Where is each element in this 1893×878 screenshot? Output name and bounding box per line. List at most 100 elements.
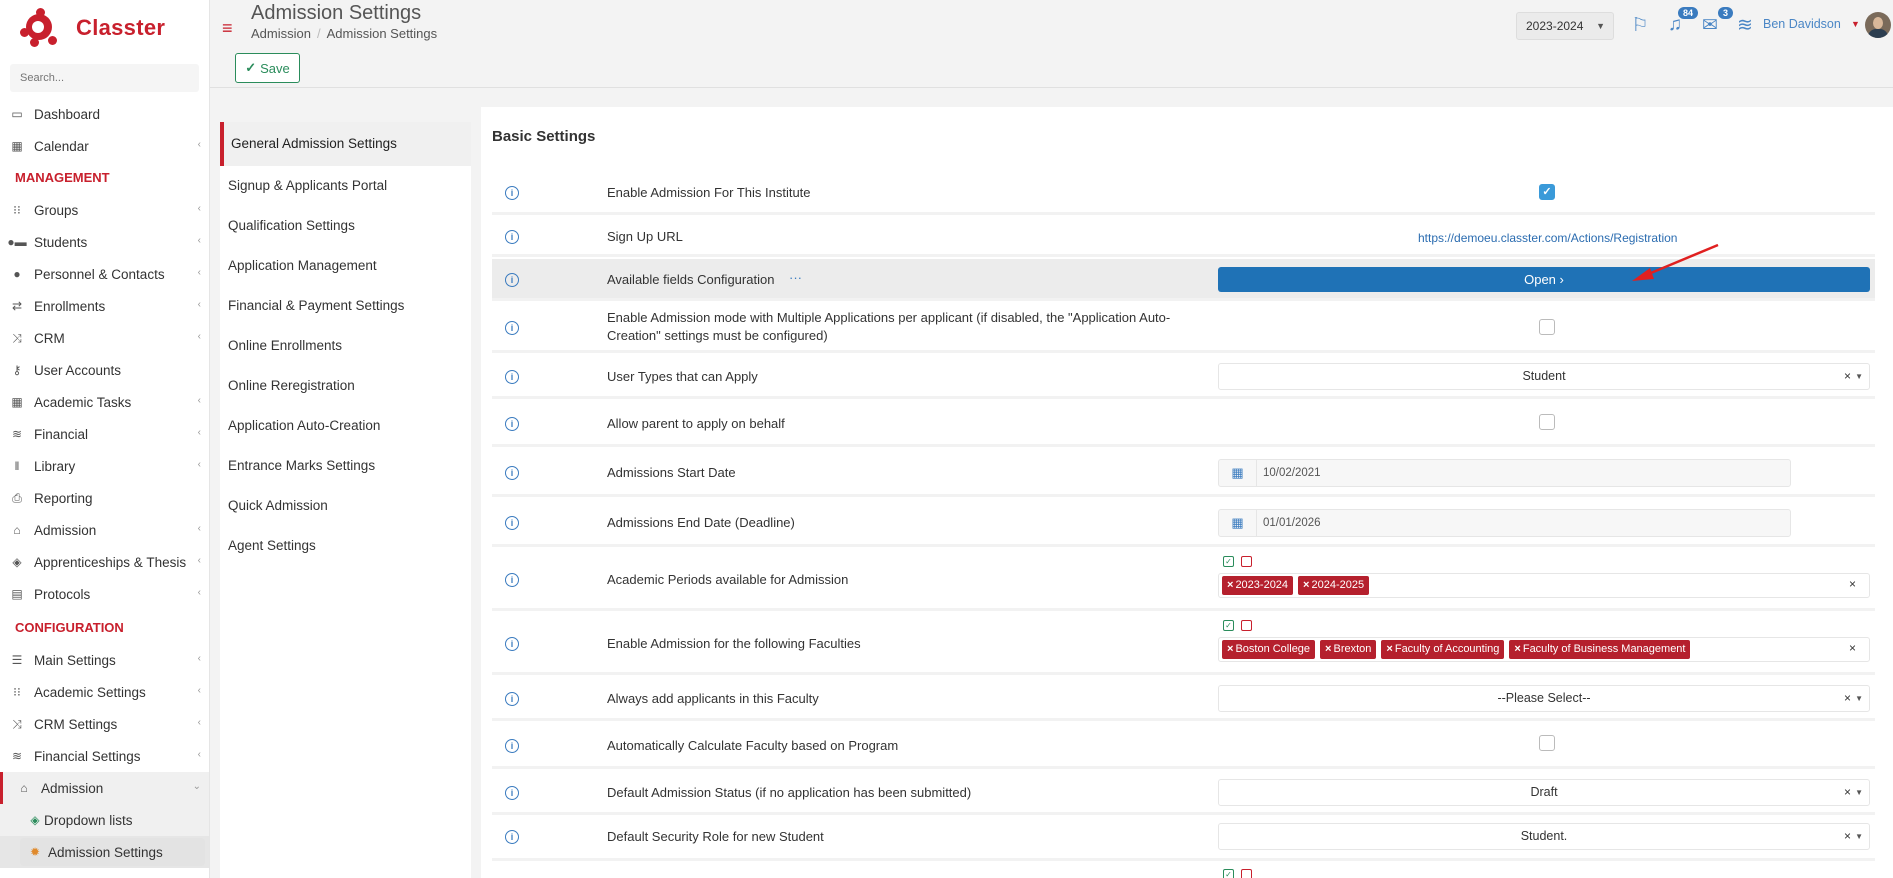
info-icon[interactable]: i <box>505 370 519 384</box>
subnav-item-qualification[interactable]: Qualification Settings <box>220 206 471 246</box>
select-all-icon[interactable]: ✓ <box>1223 556 1234 567</box>
enable-admission-checkbox[interactable]: ✓ <box>1539 184 1555 200</box>
info-icon[interactable]: i <box>505 273 519 287</box>
sidebar-item-library[interactable]: ‖ Library ‹ <box>0 450 209 482</box>
auto-faculty-checkbox[interactable] <box>1539 735 1555 751</box>
sidebar-item-academic-tasks[interactable]: ▦ Academic Tasks ‹ <box>0 386 209 418</box>
tag[interactable]: × Faculty of Business Management <box>1509 640 1691 659</box>
remove-tag-icon[interactable]: × <box>1325 643 1331 655</box>
remove-tag-icon[interactable]: × <box>1303 579 1309 591</box>
subnav-item-general[interactable]: General Admission Settings <box>220 122 471 166</box>
subnav-item-entrance-marks[interactable]: Entrance Marks Settings <box>220 446 471 486</box>
sidebar-search[interactable] <box>10 64 199 92</box>
clear-icon[interactable]: × <box>1844 364 1851 389</box>
academic-periods-multiselect[interactable]: × 2023-2024 × 2024-2025 × <box>1218 573 1870 598</box>
always-faculty-select[interactable]: --Please Select-- × ▼ <box>1218 685 1870 712</box>
info-icon[interactable]: i <box>505 573 519 587</box>
info-icon[interactable]: i <box>505 186 519 200</box>
flag-icon[interactable]: ⚐ <box>1627 12 1653 38</box>
sidebar-item-calendar[interactable]: ▦ Calendar ‹ <box>0 130 209 162</box>
signup-url-link[interactable]: https://demoeu.classter.com/Actions/Regi… <box>1418 231 1677 245</box>
tag[interactable]: × 2023-2024 <box>1222 576 1294 595</box>
multiple-applications-checkbox[interactable] <box>1539 319 1555 335</box>
bell-icon[interactable]: ♫ 84 <box>1662 7 1698 38</box>
subnav-item-auto-creation[interactable]: Application Auto-Creation <box>220 406 471 446</box>
info-icon[interactable]: i <box>505 466 519 480</box>
menu-toggle-icon[interactable]: ≡ <box>222 18 233 39</box>
sidebar-item-dropdown-lists[interactable]: ◈ Dropdown lists <box>0 804 209 836</box>
deselect-all-icon[interactable] <box>1241 869 1252 878</box>
subnav-item-quick-admission[interactable]: Quick Admission <box>220 486 471 526</box>
faculties-multiselect[interactable]: × Boston College × Brexton × Faculty of Acc… <box>1218 637 1870 662</box>
sidebar-item-dashboard[interactable]: ▭ Dashboard <box>0 98 209 130</box>
info-icon[interactable]: i <box>505 830 519 844</box>
mail-icon[interactable]: ✉ 3 <box>1697 7 1733 38</box>
sidebar-item-user-accounts[interactable]: ⚷ User Accounts <box>0 354 209 386</box>
tag[interactable]: × Boston College <box>1222 640 1316 659</box>
subnav-item-agent-settings[interactable]: Agent Settings <box>220 526 471 566</box>
calendar-icon[interactable]: ▦ <box>1219 460 1257 486</box>
info-icon[interactable]: i <box>505 692 519 706</box>
admissions-end-date-input[interactable]: ▦ 01/01/2026 <box>1218 509 1791 537</box>
avatar[interactable] <box>1865 12 1891 38</box>
sidebar-item-admission-settings[interactable]: ✹ Admission Settings <box>0 836 209 868</box>
sidebar-item-reporting[interactable]: ⎙ Reporting <box>0 482 209 514</box>
subnav-item-online-enrollments[interactable]: Online Enrollments <box>220 326 471 366</box>
info-icon[interactable]: i <box>505 516 519 530</box>
admissions-start-date-input[interactable]: ▦ 10/02/2021 <box>1218 459 1791 487</box>
remove-tag-icon[interactable]: × <box>1514 643 1520 655</box>
academic-year-select[interactable]: 2023-2024 ▼ <box>1516 12 1614 40</box>
deselect-all-icon[interactable] <box>1241 620 1252 631</box>
info-icon[interactable]: i <box>505 230 519 244</box>
remove-tag-icon[interactable]: × <box>1227 579 1233 591</box>
remove-tag-icon[interactable]: × <box>1227 643 1233 655</box>
sidebar-item-protocols[interactable]: ▤ Protocols ‹ <box>0 578 209 610</box>
sidebar-item-apprenticeships[interactable]: ◈ Apprenticeships & Thesis ‹ <box>0 546 209 578</box>
save-button[interactable]: ✓ Save <box>235 53 300 83</box>
sidebar-item-enrollments[interactable]: ⇄ Enrollments ‹ <box>0 290 209 322</box>
default-status-select[interactable]: Draft × ▼ <box>1218 779 1870 806</box>
sidebar-item-personnel[interactable]: ● Personnel & Contacts ‹ <box>0 258 209 290</box>
deselect-all-icon[interactable] <box>1241 556 1252 567</box>
subnav-item-online-reregistration[interactable]: Online Reregistration <box>220 366 471 406</box>
more-options-icon[interactable]: ··· <box>789 270 802 285</box>
info-icon[interactable]: i <box>505 417 519 431</box>
sidebar-item-main-settings[interactable]: ☰ Main Settings ‹ <box>0 644 209 676</box>
clear-icon[interactable]: × <box>1849 641 1856 655</box>
clear-icon[interactable]: × <box>1849 577 1856 591</box>
sidebar-item-students[interactable]: ●▬ Students ‹ <box>0 226 209 258</box>
sidebar-item-financial-settings[interactable]: ≋ Financial Settings ‹ <box>0 740 209 772</box>
tag[interactable]: × 2024-2025 <box>1298 576 1370 595</box>
user-name[interactable]: Ben Davidson <box>1763 17 1841 31</box>
select-all-icon[interactable]: ✓ <box>1223 869 1234 878</box>
sidebar-item-crm[interactable]: ⤨ CRM ‹ <box>0 322 209 354</box>
calendar-icon[interactable]: ▦ <box>1219 510 1257 536</box>
sidebar-item-groups[interactable]: ⁝⁝ Groups ‹ <box>0 194 209 226</box>
user-types-select[interactable]: Student × ▼ <box>1218 363 1870 390</box>
security-role-select[interactable]: Student. × ▼ <box>1218 823 1870 850</box>
sidebar-item-crm-settings[interactable]: ⤨ CRM Settings ‹ <box>0 708 209 740</box>
info-icon[interactable]: i <box>505 637 519 651</box>
sidebar-item-admission-config[interactable]: ⌂ Admission ⌄ <box>0 772 209 804</box>
info-icon[interactable]: i <box>505 786 519 800</box>
sidebar-item-financial[interactable]: ≋ Financial ‹ <box>0 418 209 450</box>
sidebar-search-input[interactable] <box>20 72 199 84</box>
breadcrumb-item[interactable]: Admission <box>251 26 311 41</box>
tag[interactable]: × Faculty of Accounting <box>1381 640 1505 659</box>
caret-down-icon[interactable]: ▼ <box>1851 19 1860 29</box>
open-fields-configuration-button[interactable]: Open › <box>1218 267 1870 292</box>
clear-icon[interactable]: × <box>1844 780 1851 805</box>
select-all-icon[interactable]: ✓ <box>1223 620 1234 631</box>
logo[interactable]: Classter <box>0 0 209 56</box>
subnav-item-signup[interactable]: Signup & Applicants Portal <box>220 166 471 206</box>
clear-icon[interactable]: × <box>1844 824 1851 849</box>
info-icon[interactable]: i <box>505 739 519 753</box>
remove-tag-icon[interactable]: × <box>1386 643 1392 655</box>
parent-apply-checkbox[interactable] <box>1539 414 1555 430</box>
tag[interactable]: × Brexton <box>1320 640 1377 659</box>
layers-icon[interactable]: ≋ <box>1732 12 1758 38</box>
info-icon[interactable]: i <box>505 321 519 335</box>
subnav-item-financial-payment[interactable]: Financial & Payment Settings <box>220 286 471 326</box>
sidebar-item-academic-settings[interactable]: ⁝⁝ Academic Settings ‹ <box>0 676 209 708</box>
subnav-item-application-management[interactable]: Application Management <box>220 246 471 286</box>
